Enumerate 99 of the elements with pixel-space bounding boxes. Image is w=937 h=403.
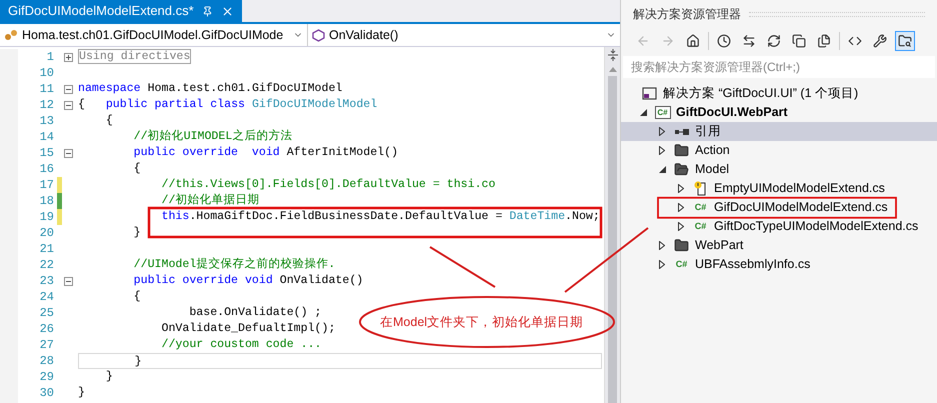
line-number: 20 xyxy=(38,225,54,242)
code-line: } xyxy=(104,369,113,385)
code-line: namespace Homa.test.ch01.GifDocUIModel xyxy=(78,81,342,97)
tree-item-label: Model xyxy=(695,162,730,177)
line-number: 12 xyxy=(38,97,54,114)
tree-item[interactable]: 引用 xyxy=(621,122,937,141)
code-line: { public partial class GifDocUIModelModel xyxy=(78,97,378,113)
references-icon xyxy=(674,128,690,136)
line-number: 13 xyxy=(38,113,54,130)
tree-item[interactable]: C# UBFAssebmlyInfo.cs xyxy=(621,255,937,274)
tree-item[interactable]: EmptyUIModelModelExtend.cs xyxy=(621,179,937,198)
code-line: //this.Views[0].Fields[0].DefaultValue = thsi.co xyxy=(160,177,496,193)
code-line: } xyxy=(132,225,141,241)
scroll-thumb[interactable] xyxy=(608,76,617,403)
tree-item[interactable]: Model xyxy=(621,160,937,179)
line-number: 25 xyxy=(38,305,54,322)
split-icon[interactable] xyxy=(608,49,618,61)
line-number: 16 xyxy=(38,161,54,178)
tree-item-label: 引用 xyxy=(695,124,721,139)
code-line: } xyxy=(78,385,85,401)
expand-arrow-icon[interactable] xyxy=(678,184,684,193)
expand-arrow-icon[interactable] xyxy=(659,260,665,269)
line-number: 19 xyxy=(38,209,54,226)
line-number: 28 xyxy=(38,353,54,370)
code-line: //your coustom code ... xyxy=(160,337,322,353)
pin-icon[interactable] xyxy=(202,6,213,16)
line-number: 26 xyxy=(38,321,54,338)
code-line: public override void OnValidate() xyxy=(132,273,364,289)
tree-item-label: WebPart xyxy=(695,238,744,253)
editor-tab[interactable]: GifDocUIModelModelExtend.cs* xyxy=(0,0,242,22)
code-line: { xyxy=(104,113,113,129)
code-line: { xyxy=(132,161,141,177)
line-number: 11 xyxy=(38,81,54,98)
solution-icon xyxy=(642,87,657,100)
line-number: 1 xyxy=(46,49,54,66)
line-number: 29 xyxy=(38,369,54,386)
tree-item[interactable]: C# GifDocUIModelModelExtend.cs xyxy=(621,198,937,217)
csharp-file-icon: C# xyxy=(676,259,688,270)
line-number: 15 xyxy=(38,145,54,162)
method-icon xyxy=(312,28,325,42)
scrollbar[interactable] xyxy=(604,47,620,403)
line-number: 27 xyxy=(38,337,54,354)
line-number: 18 xyxy=(38,193,54,210)
class-icon xyxy=(4,28,18,42)
tree-item-label: Action xyxy=(695,143,730,158)
folder-icon xyxy=(674,238,689,253)
member-dropdown[interactable]: OnValidate() xyxy=(308,24,620,46)
tree-item-label: EmptyUIModelModelExtend.cs xyxy=(714,181,885,196)
csharp-file-icon: C# xyxy=(694,221,706,232)
leader-line xyxy=(429,246,496,288)
collapse-arrow-icon[interactable] xyxy=(640,109,646,116)
line-number: 22 xyxy=(38,257,54,274)
tree-item[interactable]: Action xyxy=(621,141,937,160)
collapse-icon[interactable] xyxy=(64,276,72,286)
folder-icon xyxy=(674,143,689,158)
code-line: //初始化UIMODEL之后的方法 xyxy=(132,129,292,145)
line-number: 24 xyxy=(38,289,54,306)
tree-item[interactable]: C# GiftDocUI.WebPart xyxy=(621,103,937,122)
code-line: OnValidate_DefualtImpl(); xyxy=(160,321,336,337)
code-line: base.OnValidate() ; xyxy=(188,305,322,321)
tree-item-label: 解决方案 “GiftDocUI.UI” (1 个项目) xyxy=(663,86,858,101)
tree-item[interactable]: 解决方案 “GiftDocUI.UI” (1 个项目) xyxy=(621,84,937,103)
tree-item[interactable]: C# GiftDocTypeUIModelModelExtend.cs xyxy=(621,217,937,236)
line-number: 23 xyxy=(38,273,54,290)
expand-icon[interactable] xyxy=(64,52,72,62)
collapse-icon[interactable] xyxy=(64,84,72,94)
csharp-file-icon: C# xyxy=(694,202,706,213)
expand-arrow-icon[interactable] xyxy=(678,222,684,231)
code-line: //UIModel提交保存之前的校验操作. xyxy=(132,257,336,273)
line-number: 17 xyxy=(38,177,54,194)
line-number: 30 xyxy=(38,385,54,402)
line-number: 10 xyxy=(38,65,54,82)
tree-item[interactable]: WebPart xyxy=(621,236,937,255)
collapse-icon[interactable] xyxy=(64,148,72,158)
tree-item-label: GiftDocUI.WebPart xyxy=(676,105,788,120)
collapse-arrow-icon[interactable] xyxy=(658,166,666,173)
folder-icon xyxy=(674,162,689,177)
expand-arrow-icon[interactable] xyxy=(659,127,665,136)
warning-file-icon xyxy=(694,181,708,196)
type-dropdown[interactable]: Homa.test.ch01.GifDocUIModel.GifDocUIMode xyxy=(0,24,308,46)
expand-arrow-icon[interactable] xyxy=(678,203,684,212)
csharp-project-icon: C# xyxy=(654,106,670,119)
search-field[interactable]: 搜索解决方案资源管理器(Ctrl+;) xyxy=(623,56,935,78)
code-line: { xyxy=(132,289,141,305)
panel-title: 解决方案资源管理器 xyxy=(633,6,741,23)
folder-search-icon[interactable] xyxy=(895,31,915,51)
annotation-text: 在Model文件夹下，初始化单据日期 xyxy=(380,314,584,331)
tree-item-label: GifDocUIModelModelExtend.cs xyxy=(714,200,888,215)
expand-arrow-icon[interactable] xyxy=(659,241,665,250)
expand-arrow-icon[interactable] xyxy=(659,146,665,155)
code-line: this.HomaGiftDoc.FieldBusinessDate.DefaultValue = DateTime.Now; xyxy=(160,209,600,225)
line-number: 14 xyxy=(38,129,54,146)
code-line: //初始化单据日期 xyxy=(160,193,260,209)
code-line: public override void AfterInitModel() xyxy=(132,145,398,161)
close-icon[interactable] xyxy=(220,4,234,18)
tree-item-label: GiftDocTypeUIModelModelExtend.cs xyxy=(714,219,918,234)
line-number: 21 xyxy=(38,241,54,258)
collapse-icon[interactable] xyxy=(64,100,72,110)
tree-item-label: UBFAssebmlyInfo.cs xyxy=(695,257,810,272)
